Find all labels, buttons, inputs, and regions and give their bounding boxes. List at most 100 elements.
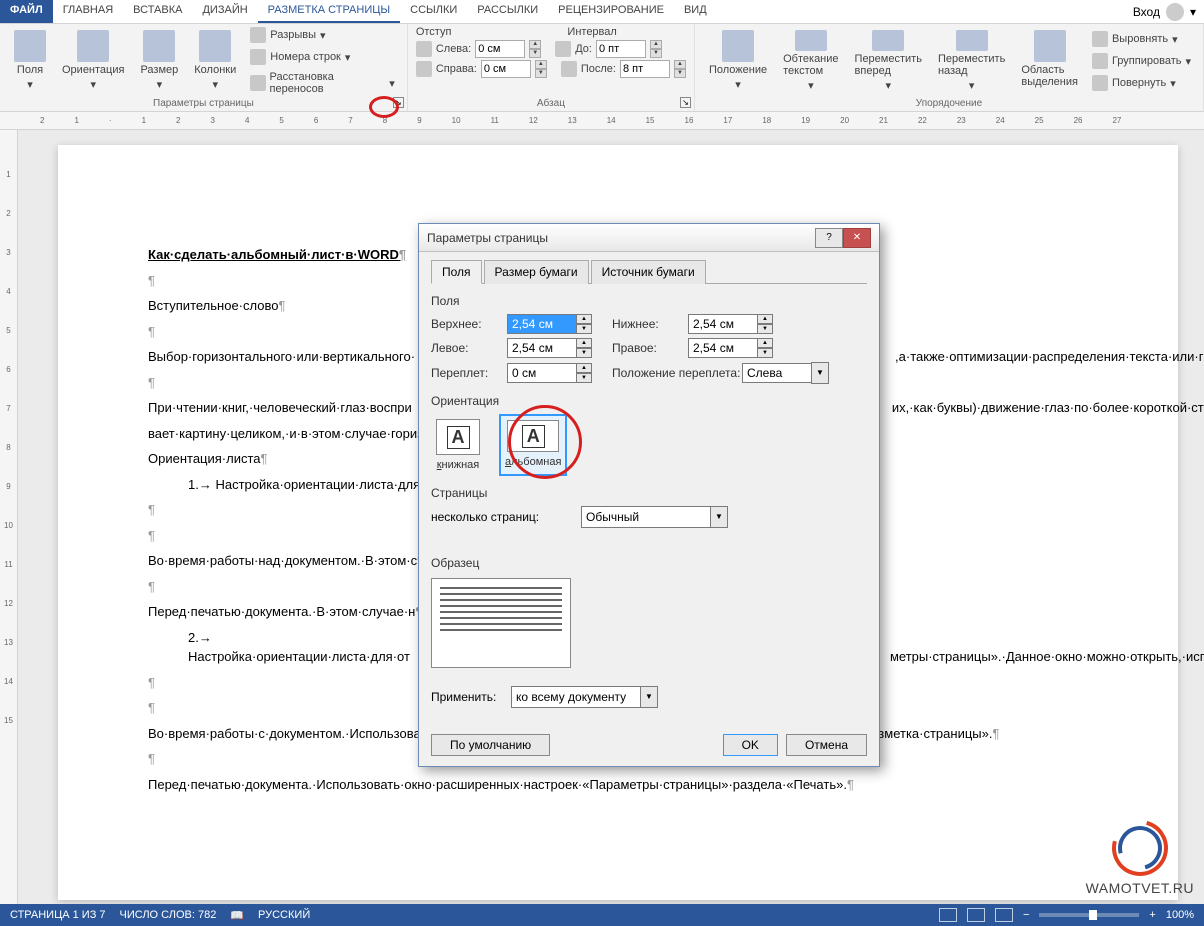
- spin-down[interactable]: ▼: [650, 49, 662, 58]
- spin-up[interactable]: ▲: [529, 40, 541, 49]
- zoom-slider[interactable]: [1039, 913, 1139, 917]
- orientation-button[interactable]: Ориентация▾: [56, 26, 130, 96]
- indent-right-input[interactable]: [481, 60, 531, 78]
- spin-down[interactable]: ▼: [535, 69, 547, 78]
- spin-down[interactable]: ▼: [757, 348, 773, 358]
- spin-up[interactable]: ▲: [576, 338, 592, 348]
- rotate-button[interactable]: Повернуть▾: [1088, 73, 1195, 93]
- page-setup-launcher[interactable]: ↘: [393, 97, 404, 108]
- spin-down[interactable]: ▼: [576, 373, 592, 383]
- group-arrange: Положение▾ Обтекание текстом▾ Переместит…: [695, 24, 1204, 111]
- ruler-horizontal[interactable]: 21·1234567891011121314151617181920212223…: [0, 112, 1204, 130]
- view-web-icon[interactable]: [995, 908, 1013, 922]
- left-input[interactable]: [507, 338, 577, 358]
- bottom-label: Нижнее:: [612, 317, 688, 331]
- doc-line[interactable]: Перед·печатью·документа.·Использовать·ок…: [148, 775, 1088, 795]
- status-words[interactable]: ЧИСЛО СЛОВ: 782: [120, 909, 217, 921]
- chevron-down-icon[interactable]: ▾: [1190, 5, 1196, 19]
- wrap-icon: [795, 30, 827, 51]
- spin-up[interactable]: ▲: [757, 338, 773, 348]
- spin-down[interactable]: ▼: [674, 69, 686, 78]
- spin-up[interactable]: ▲: [535, 60, 547, 69]
- align-button[interactable]: Выровнять▾: [1088, 29, 1195, 49]
- tab-page-layout[interactable]: РАЗМЕТКА СТРАНИЦЫ: [258, 0, 400, 23]
- tab-insert[interactable]: ВСТАВКА: [123, 0, 192, 23]
- ok-button[interactable]: OK: [723, 734, 778, 756]
- landscape-button[interactable]: A аальбомнаяльбомная: [499, 414, 567, 476]
- dropdown-icon[interactable]: ▼: [811, 362, 829, 384]
- spin-down[interactable]: ▼: [576, 348, 592, 358]
- tab-view[interactable]: ВИД: [674, 0, 717, 23]
- login-link[interactable]: Вход: [1133, 5, 1160, 19]
- spacing-before-input[interactable]: [596, 40, 646, 58]
- view-print-icon[interactable]: [967, 908, 985, 922]
- hyphenation-button[interactable]: Расстановка переносов▾: [246, 69, 399, 97]
- tab-fields[interactable]: Поля: [431, 260, 482, 284]
- dropdown-icon[interactable]: ▼: [640, 686, 658, 708]
- spin-up[interactable]: ▲: [757, 314, 773, 324]
- zoom-out-icon[interactable]: −: [1023, 909, 1029, 921]
- ruler-vertical[interactable]: 123456789101112131415: [0, 130, 18, 904]
- bring-forward-button[interactable]: Переместить вперед▾: [849, 26, 928, 96]
- default-button[interactable]: По умолчанию: [431, 734, 550, 756]
- bottom-input[interactable]: [688, 314, 758, 334]
- spin-down[interactable]: ▼: [757, 324, 773, 334]
- tab-paper-source[interactable]: Источник бумаги: [591, 260, 706, 284]
- dialog-titlebar[interactable]: Параметры страницы ? ✕: [419, 224, 879, 252]
- indent-left-input[interactable]: [475, 40, 525, 58]
- tab-file[interactable]: ФАЙЛ: [0, 0, 53, 23]
- wrap-button[interactable]: Обтекание текстом▾: [777, 26, 844, 96]
- dropdown-icon[interactable]: ▼: [710, 506, 728, 528]
- position-button[interactable]: Положение▾: [703, 26, 773, 96]
- multi-pages-select[interactable]: [581, 506, 711, 528]
- dialog-title: Параметры страницы: [427, 231, 548, 245]
- top-input[interactable]: [507, 314, 577, 334]
- line-numbers-button[interactable]: Номера строк▾: [246, 47, 399, 67]
- watermark-text: WAMOTVET.RU: [1086, 880, 1194, 896]
- gutter-pos-select[interactable]: [742, 363, 812, 383]
- spacing-after-input[interactable]: [620, 60, 670, 78]
- breaks-button[interactable]: Разрывы▾: [246, 25, 399, 45]
- portrait-button[interactable]: A ккнижнаянижная: [431, 414, 485, 476]
- zoom-in-icon[interactable]: +: [1149, 909, 1155, 921]
- multi-pages-label: несколько страниц:: [431, 510, 581, 524]
- backward-icon: [956, 30, 988, 51]
- group-button[interactable]: Группировать▾: [1088, 51, 1195, 71]
- avatar-icon[interactable]: [1166, 3, 1184, 21]
- tab-references[interactable]: ССЫЛКИ: [400, 0, 467, 23]
- zoom-value[interactable]: 100%: [1166, 909, 1194, 921]
- proofing-icon[interactable]: 📖: [230, 909, 244, 922]
- margins-icon: [14, 30, 46, 62]
- selection-pane-button[interactable]: Область выделения: [1015, 26, 1084, 96]
- margins-button[interactable]: Поля▾: [8, 26, 52, 96]
- spin-up[interactable]: ▲: [576, 314, 592, 324]
- cancel-button[interactable]: Отмена: [786, 734, 867, 756]
- spin-up[interactable]: ▲: [576, 363, 592, 373]
- tab-home[interactable]: ГЛАВНАЯ: [53, 0, 123, 23]
- right-input[interactable]: [688, 338, 758, 358]
- spacing-before-label: До:: [575, 43, 592, 55]
- spin-up[interactable]: ▲: [674, 60, 686, 69]
- view-read-icon[interactable]: [939, 908, 957, 922]
- help-button[interactable]: ?: [815, 228, 843, 248]
- send-backward-button[interactable]: Переместить назад▾: [932, 26, 1011, 96]
- spin-down[interactable]: ▼: [529, 49, 541, 58]
- menu-bar: ФАЙЛ ГЛАВНАЯ ВСТАВКА ДИЗАЙН РАЗМЕТКА СТР…: [0, 0, 1204, 24]
- status-language[interactable]: РУССКИЙ: [258, 909, 310, 921]
- tab-mailings[interactable]: РАССЫЛКИ: [467, 0, 548, 23]
- gutter-input[interactable]: [507, 363, 577, 383]
- paragraph-launcher[interactable]: ↘: [680, 97, 691, 108]
- spin-up[interactable]: ▲: [650, 40, 662, 49]
- tab-design[interactable]: ДИЗАЙН: [192, 0, 257, 23]
- tab-review[interactable]: РЕЦЕНЗИРОВАНИЕ: [548, 0, 674, 23]
- tab-paper-size[interactable]: Размер бумаги: [484, 260, 589, 284]
- selection-icon: [1034, 30, 1066, 62]
- size-button[interactable]: Размер▾: [134, 26, 184, 96]
- close-button[interactable]: ✕: [843, 228, 871, 248]
- status-page[interactable]: СТРАНИЦА 1 ИЗ 7: [10, 909, 106, 921]
- apply-select[interactable]: [511, 686, 641, 708]
- columns-button[interactable]: Колонки▾: [188, 26, 242, 96]
- hyphenation-icon: [250, 75, 265, 91]
- spin-down[interactable]: ▼: [576, 324, 592, 334]
- indent-left-label: Слева:: [436, 43, 471, 55]
